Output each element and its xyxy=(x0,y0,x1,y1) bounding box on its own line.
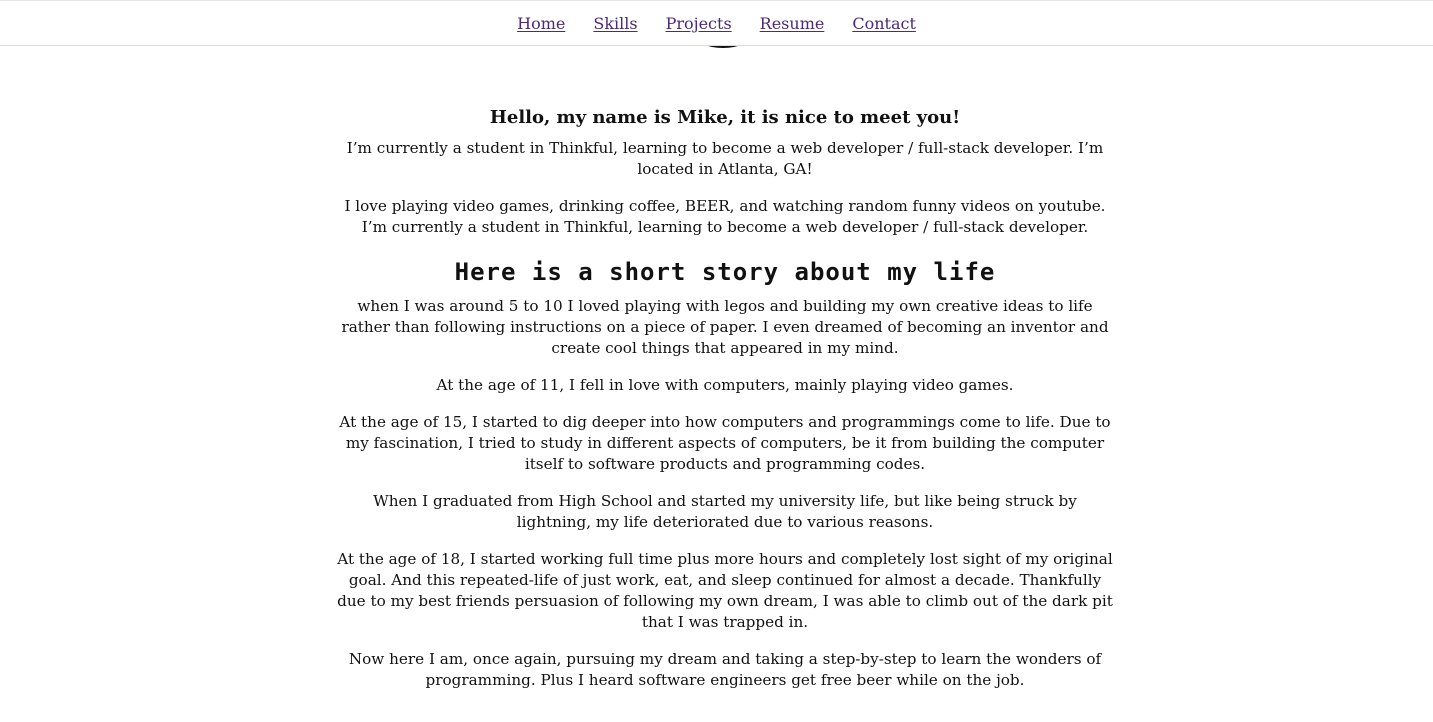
nav-item-skills: Skills xyxy=(593,14,637,33)
nav-item-contact: Contact xyxy=(852,14,916,33)
nav-item-home: Home xyxy=(517,14,565,33)
intro-paragraph-1: I’m currently a student in Thinkful, lea… xyxy=(346,139,1104,178)
nav-link-resume[interactable]: Resume xyxy=(760,14,825,33)
about-section: Hello, my name is Mike, it is nice to me… xyxy=(335,104,1115,707)
nav-link-projects[interactable]: Projects xyxy=(666,14,732,33)
nav-link-home[interactable]: Home xyxy=(517,14,565,33)
nav-list: Home Skills Projects Resume Contact xyxy=(0,1,1433,45)
nav-item-resume: Resume xyxy=(760,14,825,33)
story-paragraph-5: At the age of 18, I started working full… xyxy=(337,550,1113,631)
nav-item-projects: Projects xyxy=(666,14,732,33)
intro-paragraph-2: I love playing video games, drinking cof… xyxy=(344,197,1106,236)
top-navigation: Home Skills Projects Resume Contact xyxy=(0,0,1433,46)
story-paragraph-6: Now here I am, once again, pursuing my d… xyxy=(348,650,1102,689)
story-paragraph-4: When I graduated from High School and st… xyxy=(373,492,1077,531)
nav-link-skills[interactable]: Skills xyxy=(593,14,637,33)
story-paragraph-3: At the age of 15, I started to dig deepe… xyxy=(339,413,1111,473)
story-paragraph-2: At the age of 11, I fell in love with co… xyxy=(436,376,1014,394)
nav-link-contact[interactable]: Contact xyxy=(852,14,916,33)
story-paragraph-1: when I was around 5 to 10 I loved playin… xyxy=(341,297,1109,357)
greeting-heading: Hello, my name is Mike, it is nice to me… xyxy=(489,107,961,128)
story-heading: Here is a short story about my life xyxy=(454,258,996,286)
